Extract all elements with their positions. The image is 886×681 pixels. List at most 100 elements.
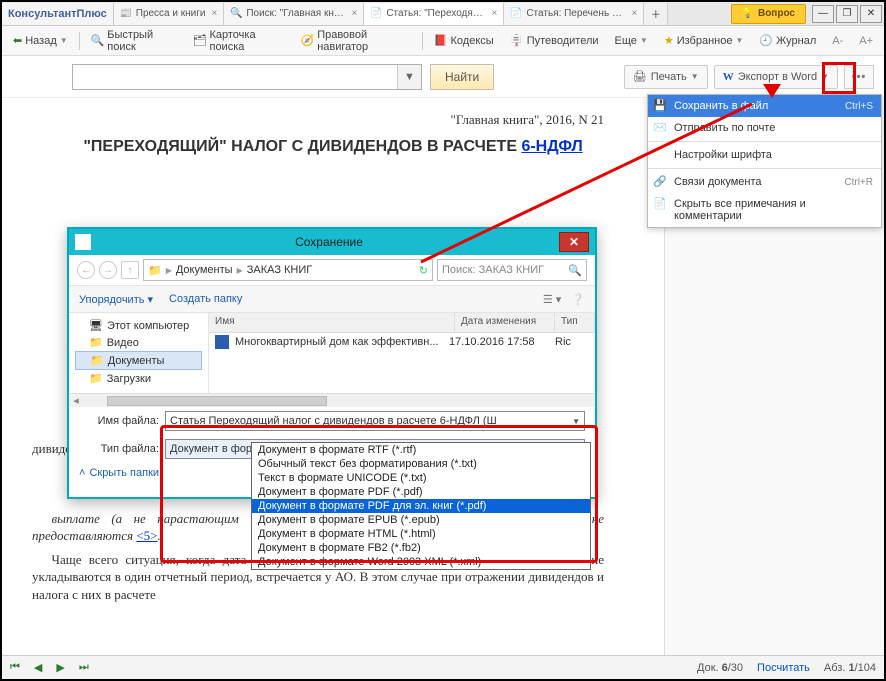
filename-value: Статья Переходящий налог с дивидендов в … [170, 415, 497, 427]
organize-button[interactable]: Упорядочить ▾ [79, 293, 153, 306]
menu-item-label: Отправить по почте [674, 122, 775, 134]
tab-article-current[interactable]: 📄 Статья: "Переходящ… × [364, 3, 504, 25]
scroll-thumb[interactable] [107, 396, 327, 406]
font-increase-button[interactable]: A+ [854, 32, 878, 50]
find-button[interactable]: Найти [430, 64, 494, 90]
tab-bar: КонсультантПлюс 📰 Пресса и книги × 🔍 Пои… [2, 2, 884, 26]
journal-label: Журнал [776, 35, 816, 47]
menu-hide-notes[interactable]: 📄 Скрыть все примечания и комментарии [648, 193, 881, 227]
breadcrumb-segment[interactable]: Документы [176, 264, 233, 276]
tab-label: Статья: "Переходящ… [386, 8, 485, 19]
mail-icon: ✉️ [653, 121, 667, 135]
tree-downloads[interactable]: 📁 Загрузки [75, 370, 202, 387]
legal-nav-button[interactable]: 🧭 Правовой навигатор [295, 26, 415, 56]
close-icon[interactable]: × [631, 8, 637, 19]
count-link[interactable]: Посчитать [757, 662, 810, 674]
folder-search[interactable]: Поиск: ЗАКАЗ КНИГ 🔍 [437, 259, 587, 281]
nav-last-icon[interactable]: ⏭ [79, 661, 89, 674]
nav-next-icon[interactable]: ▶ [56, 661, 64, 674]
breadcrumb[interactable]: 📁 ▶ Документы ▶ ЗАКАЗ КНИГ ↻ [143, 259, 433, 281]
nav-forward-button[interactable]: → [99, 261, 117, 279]
dialog-titlebar[interactable]: Сохранение ✕ [69, 229, 595, 255]
filetype-option[interactable]: Текст в формате UNICODE (*.txt) [252, 471, 590, 485]
nav-tree[interactable]: 🖥 Этот компьютер 📁 Видео 📁 Документы 📁 З… [69, 313, 209, 393]
question-button[interactable]: 💡 Вопрос [731, 4, 806, 24]
title-link[interactable]: 6-НДФЛ [521, 138, 582, 155]
filename-input[interactable]: Статья Переходящий налог с дивидендов в … [165, 411, 585, 431]
maximize-button[interactable]: ❐ [836, 5, 858, 23]
hide-icon: 📄 [653, 197, 667, 211]
tab-article-other[interactable]: 📄 Статья: Перечень в… × [504, 3, 644, 25]
print-button[interactable]: 🖨 Печать ▼ [624, 65, 708, 89]
search-input[interactable] [73, 65, 397, 89]
dialog-title: Сохранение [99, 235, 559, 249]
main-toolbar: ⬅ Назад ▼ 🔍 Быстрый поиск 🗂 Карточка пои… [2, 26, 884, 56]
filetype-option[interactable]: Документ в формате HTML (*.html) [252, 527, 590, 541]
tab-press[interactable]: 📰 Пресса и книги × [114, 3, 225, 25]
view-options-button[interactable]: ☰ ▾ [543, 293, 561, 306]
tree-documents[interactable]: 📁 Документы [75, 351, 202, 370]
help-icon[interactable]: ❔ [571, 293, 585, 306]
more-tools-button[interactable]: Еще ▼ [610, 32, 653, 50]
close-dialog-button[interactable]: ✕ [559, 232, 589, 252]
minimize-button[interactable]: — [812, 5, 834, 23]
col-date[interactable]: Дата изменения [455, 313, 555, 332]
filetype-option[interactable]: Документ в формате RTF (*.rtf) [252, 443, 590, 457]
menu-send-mail[interactable]: ✉️ Отправить по почте [648, 117, 881, 139]
breadcrumb-segment[interactable]: ЗАКАЗ КНИГ [247, 264, 313, 276]
back-arrow-icon: ⬅ [13, 34, 22, 47]
filetype-option[interactable]: Документ в формате FB2 (*.fb2) [252, 541, 590, 555]
col-name[interactable]: Имя [209, 313, 455, 332]
refresh-icon[interactable]: ↻ [419, 264, 428, 277]
footnote-link[interactable]: <5> [136, 528, 157, 543]
filetype-option[interactable]: Документ в формате PDF (*.pdf) [252, 485, 590, 499]
star-icon: ★ [664, 34, 674, 47]
menu-font-settings[interactable]: Настройки шрифта [648, 144, 881, 166]
filetype-option[interactable]: Документ в формате EPUB (*.epub) [252, 513, 590, 527]
nav-prev-icon[interactable]: ◀ [34, 661, 42, 674]
tab-home[interactable]: КонсультантПлюс [2, 3, 114, 25]
filetype-option[interactable]: Документ в формате Word 2003 XML (*.xml) [252, 555, 590, 569]
tree-video[interactable]: 📁 Видео [75, 334, 202, 351]
menu-item-label: Скрыть все примечания и комментарии [674, 198, 873, 222]
font-decrease-button[interactable]: A- [827, 32, 848, 50]
menu-save-to-file[interactable]: 💾 Сохранить в файл Ctrl+S [648, 95, 881, 117]
new-folder-button[interactable]: Создать папку [169, 293, 242, 305]
filetype-option[interactable]: Обычный текст без форматирования (*.txt) [252, 457, 590, 471]
new-tab-button[interactable]: ＋ [644, 3, 668, 25]
close-icon[interactable]: × [211, 8, 217, 19]
export-word-label: Экспорт в Word [738, 71, 817, 83]
nav-up-button[interactable]: ↑ [121, 261, 139, 279]
chevron-down-icon[interactable]: ▼ [572, 417, 580, 426]
more-actions-button[interactable]: ••• [844, 65, 874, 89]
tab-search[interactable]: 🔍 Поиск: "Главная кни… × [224, 3, 364, 25]
search-field[interactable]: ▼ [72, 64, 422, 90]
close-icon[interactable]: × [351, 8, 357, 19]
close-window-button[interactable]: ✕ [860, 5, 882, 23]
col-type[interactable]: Тип [555, 313, 595, 332]
file-list[interactable]: Имя Дата изменения Тип Многоквартирный д… [209, 313, 595, 393]
codex-button[interactable]: 📕 Кодексы [429, 31, 499, 51]
export-word-button[interactable]: W Экспорт в Word ▼ [714, 65, 838, 89]
search-placeholder: Поиск: ЗАКАЗ КНИГ [442, 264, 544, 276]
nav-first-icon[interactable]: ⏮ [10, 661, 20, 674]
journal-button[interactable]: 🕘 Журнал [754, 31, 821, 50]
filetype-option[interactable]: Документ в формате PDF для эл. книг (*.p… [252, 499, 590, 513]
nav-back-button[interactable]: ← [77, 261, 95, 279]
close-icon[interactable]: × [491, 8, 497, 19]
favorites-button[interactable]: ★ Избранное ▼ [659, 31, 749, 50]
search-card-button[interactable]: 🗂 Карточка поиска [188, 26, 290, 56]
horizontal-scrollbar[interactable]: ◂ [69, 393, 595, 407]
guides-button[interactable]: 🪧 Путеводители [505, 31, 604, 51]
folder-icon: 📁 [148, 264, 162, 277]
quick-search-button[interactable]: 🔍 Быстрый поиск [86, 26, 182, 56]
tree-this-pc[interactable]: 🖥 Этот компьютер [75, 317, 202, 334]
filetype-dropdown[interactable]: Документ в формате RTF (*.rtf)Обычный те… [251, 442, 591, 570]
hide-folders-button[interactable]: ˄ Скрыть папки [79, 467, 159, 479]
list-item[interactable]: Многоквартирный дом как эффективн... 17.… [209, 333, 595, 351]
guides-label: Путеводители [527, 35, 599, 47]
search-dropdown-button[interactable]: ▼ [397, 65, 421, 89]
menu-doc-links[interactable]: 🔗 Связи документа Ctrl+R [648, 171, 881, 193]
back-button[interactable]: ⬅ Назад ▼ [8, 31, 73, 50]
chevron-down-icon: ▼ [691, 72, 699, 81]
